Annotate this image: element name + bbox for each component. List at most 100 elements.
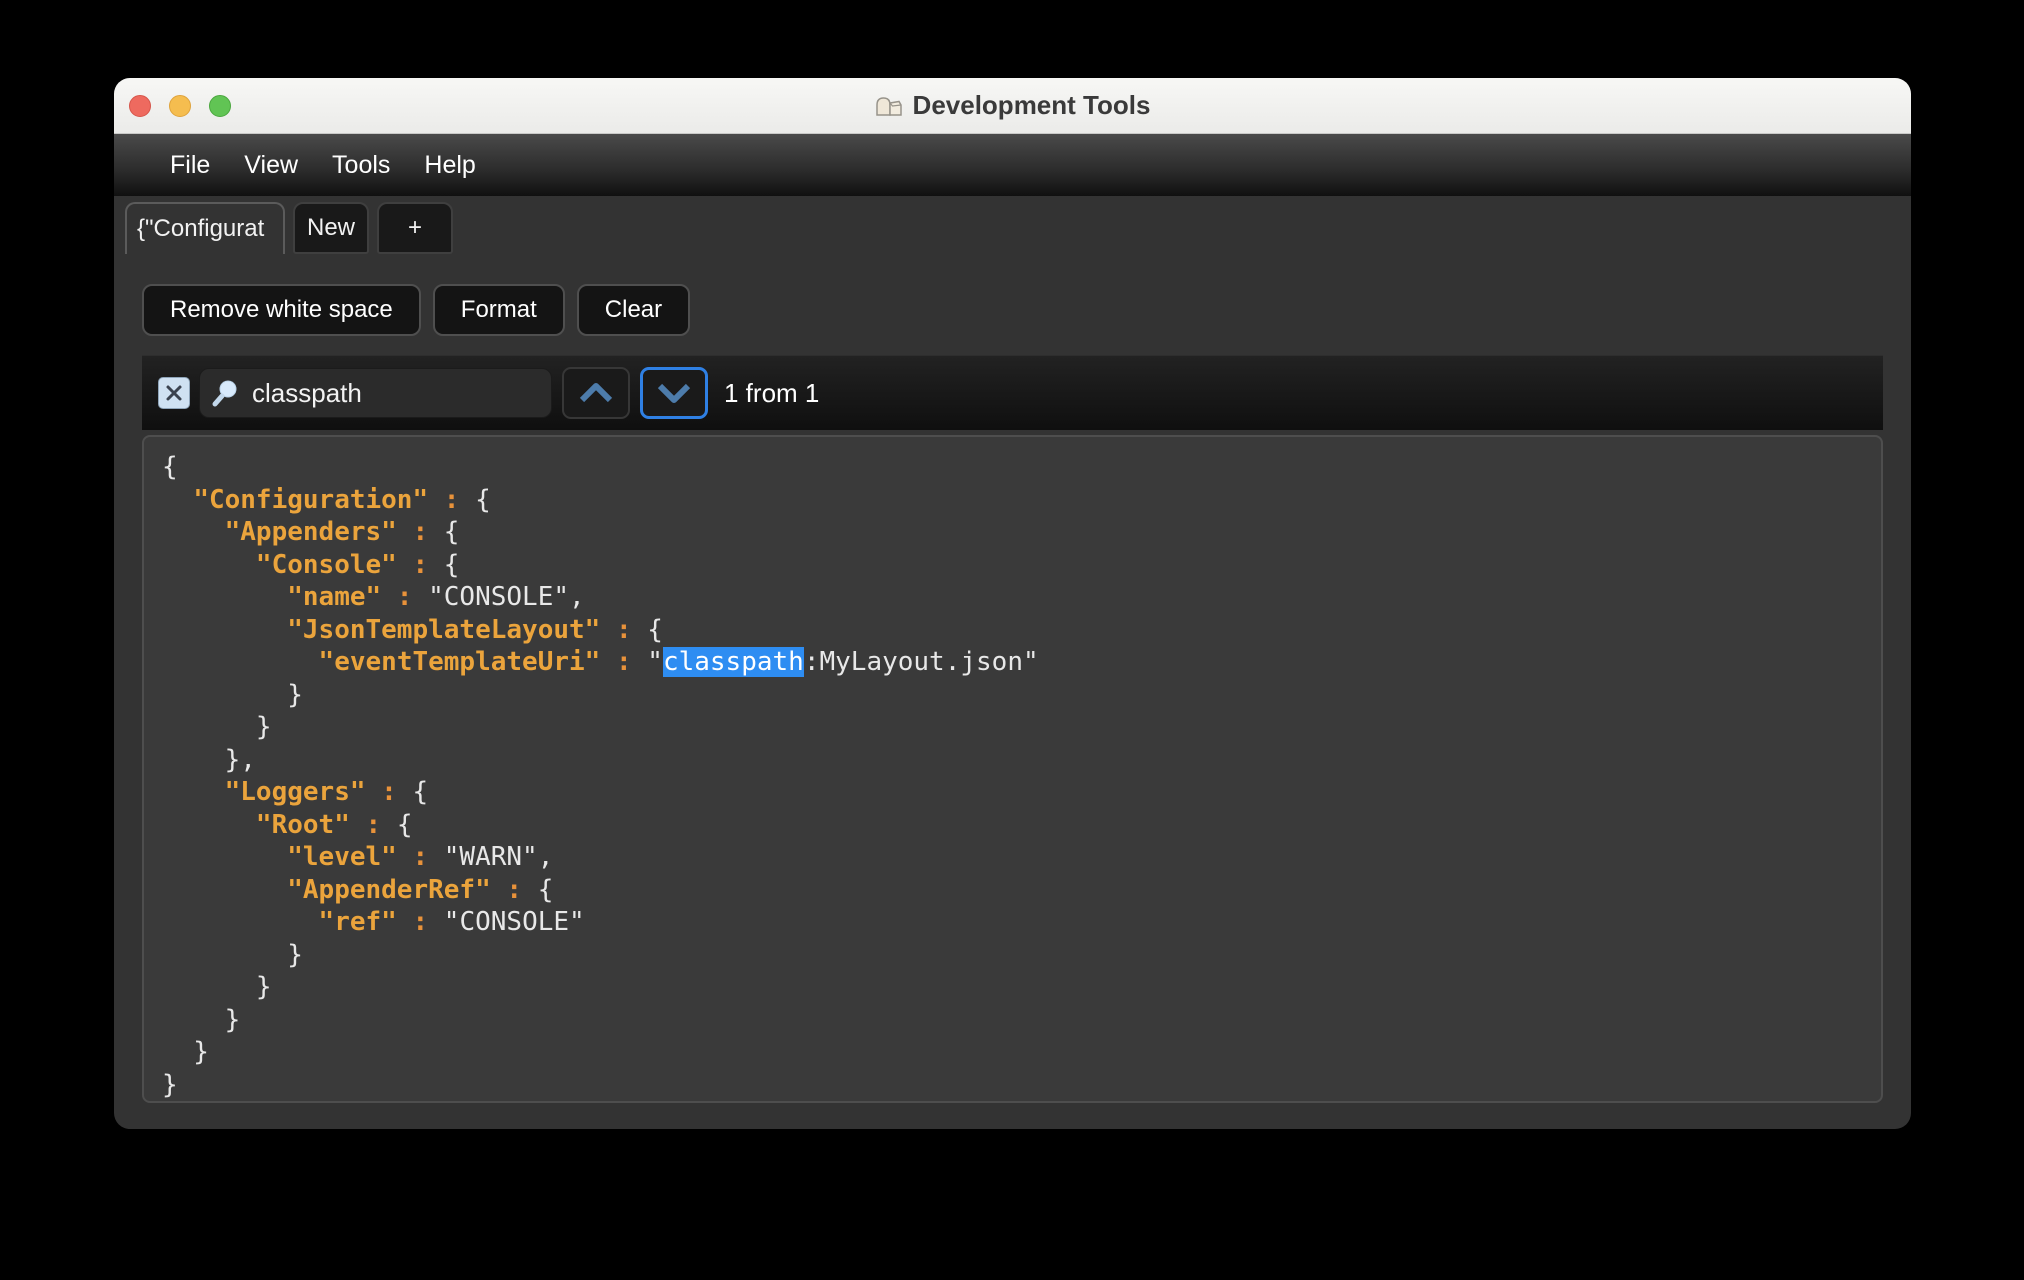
code-line: "Console" : { xyxy=(162,549,1881,582)
find-previous-button[interactable] xyxy=(562,367,630,419)
chevron-down-icon xyxy=(657,383,691,403)
code-segment: } xyxy=(162,939,303,970)
code-line: "AppenderRef" : { xyxy=(162,874,1881,907)
code-line: } xyxy=(162,1036,1881,1069)
code-segment: } xyxy=(162,712,272,742)
tab-configuration[interactable]: {"Configurat xyxy=(125,202,285,254)
code-line: "ref" : "CONSOLE" xyxy=(162,906,1881,939)
menu-bar: File View Tools Help xyxy=(114,134,1911,196)
traffic-lights xyxy=(129,78,231,133)
code-segment: "ref" xyxy=(318,907,397,937)
code-line: { xyxy=(162,451,1881,484)
menu-item-view[interactable]: View xyxy=(244,151,298,180)
code-segment: : xyxy=(396,517,444,547)
code-line: "JsonTemplateLayout" : { xyxy=(162,614,1881,647)
minimize-window-button[interactable] xyxy=(169,94,191,117)
titlebar: Development Tools xyxy=(114,78,1911,134)
code-segment: " xyxy=(647,647,663,677)
code-segment: { xyxy=(443,549,460,580)
code-segment: "level" xyxy=(287,842,397,872)
code-segment: "name" xyxy=(287,582,382,612)
desktop-background: Development Tools File View Tools Help {"Co… xyxy=(0,0,2024,1280)
code-segment: : xyxy=(396,842,444,872)
remove-white-space-button[interactable]: Remove white space xyxy=(142,284,421,336)
code-line: } xyxy=(162,679,1881,712)
chevron-up-icon xyxy=(579,383,613,403)
code-segment: : xyxy=(490,874,538,905)
tab-new[interactable]: New xyxy=(293,202,370,254)
code-segment: { xyxy=(537,874,554,905)
code-segment: { xyxy=(162,452,178,482)
code-segment: "JsonTemplateLayout" xyxy=(287,614,601,645)
code-segment: { xyxy=(412,777,429,807)
code-segment: "WARN", xyxy=(443,842,554,872)
code-segment: { xyxy=(475,484,491,515)
menu-item-help[interactable]: Help xyxy=(424,151,475,180)
code-line: "Configuration" : { xyxy=(162,484,1881,517)
code-line: } xyxy=(162,1004,1881,1037)
search-input-wrap xyxy=(199,368,552,418)
code-segment: "Root" xyxy=(255,809,350,840)
code-segment: }, xyxy=(162,744,256,775)
code-line: "name" : "CONSOLE", xyxy=(162,581,1881,614)
code-line: } xyxy=(162,711,1881,744)
tab-bar: {"Configurat New + xyxy=(125,202,1911,254)
window-content: {"Configurat New + Remove white space Forma… xyxy=(114,196,1911,1129)
code-line: } xyxy=(162,939,1881,972)
code-segment: { xyxy=(443,517,460,547)
search-match-highlight: classpath xyxy=(662,647,804,677)
tab-add[interactable]: + xyxy=(377,202,454,254)
close-window-button[interactable] xyxy=(129,94,151,117)
close-icon xyxy=(166,385,182,401)
clear-button[interactable]: Clear xyxy=(576,284,691,336)
search-bar: 1 from 1 xyxy=(142,355,1883,430)
code-segment: : xyxy=(600,614,648,645)
code-line: "level" : "WARN", xyxy=(162,841,1881,874)
code-line: "eventTemplateUri" : "classpath:MyLayout… xyxy=(162,646,1881,679)
window-title-group: Development Tools xyxy=(875,90,1151,121)
code-segment: } xyxy=(162,972,272,1002)
code-segment: "eventTemplateUri" xyxy=(318,647,601,677)
app-icon xyxy=(875,96,902,116)
code-segment: } xyxy=(162,1069,178,1100)
window-title: Development Tools xyxy=(912,90,1151,120)
close-search-button[interactable] xyxy=(158,377,190,409)
code-line: "Appenders" : { xyxy=(162,516,1881,549)
menu-item-tools[interactable]: Tools xyxy=(332,151,390,180)
code-segment: "CONSOLE" xyxy=(443,907,585,937)
code-segment: "AppenderRef" xyxy=(287,874,491,905)
code-segment: "Appenders" xyxy=(224,517,397,547)
find-next-button[interactable] xyxy=(640,367,708,419)
code-segment: :MyLayout.json" xyxy=(803,647,1039,677)
code-segment: } xyxy=(162,1037,209,1067)
code-segment: "Loggers" xyxy=(224,777,366,807)
code-segment: { xyxy=(396,809,413,840)
code-line: "Root" : { xyxy=(162,809,1881,842)
code-segment: : xyxy=(600,647,648,677)
code-segment: "Configuration" xyxy=(193,484,429,515)
code-line: }, xyxy=(162,744,1881,777)
app-window: Development Tools File View Tools Help {"Co… xyxy=(114,78,1911,1129)
code-segment: } xyxy=(162,1004,241,1035)
menu-item-file[interactable]: File xyxy=(170,151,210,180)
zoom-window-button[interactable] xyxy=(209,94,231,117)
search-input[interactable] xyxy=(199,368,552,418)
code-segment: : xyxy=(349,809,397,840)
code-segment: } xyxy=(162,679,303,710)
format-button[interactable]: Format xyxy=(432,284,565,336)
code-line: } xyxy=(162,1069,1881,1102)
code-segment: : xyxy=(396,907,444,937)
toolbar: Remove white space Format Clear xyxy=(142,284,1911,336)
code-segment: "CONSOLE", xyxy=(428,582,585,612)
code-editor[interactable]: { "Configuration" : { "Appenders" : { "C… xyxy=(142,435,1883,1103)
code-segment: : xyxy=(381,582,429,612)
code-segment: : xyxy=(396,549,444,580)
code-segment: : xyxy=(428,484,476,515)
